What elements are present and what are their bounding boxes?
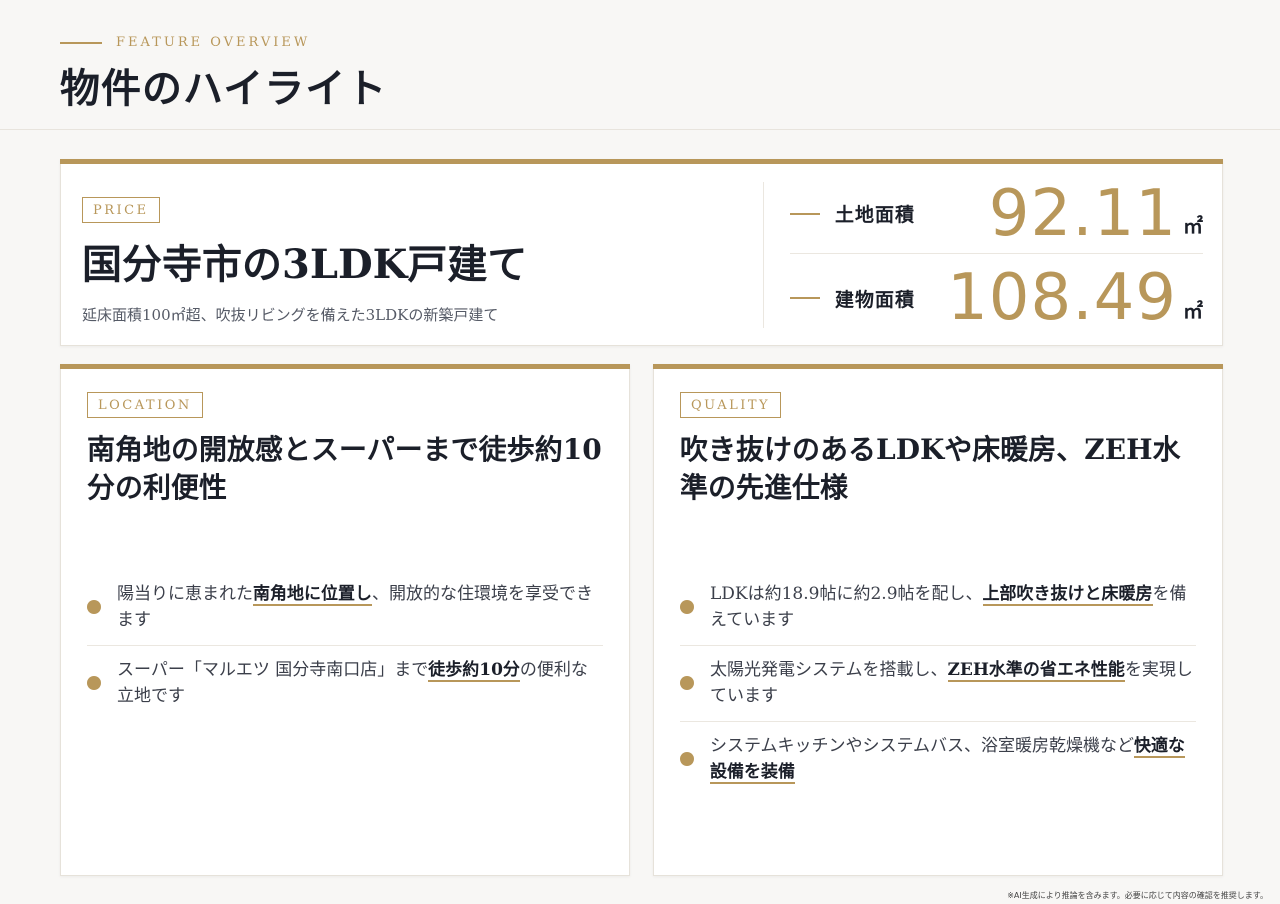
land-area-row: 土地面積 92.11 ㎡ — [790, 174, 1203, 254]
bullet-highlight: 南角地に位置し — [253, 584, 372, 606]
building-area-label: 建物面積 — [835, 288, 916, 311]
quality-card: QUALITY 吹き抜けのあるLDKや床暖房、ZEH水準の先進仕様 LDKは約1… — [653, 364, 1223, 876]
location-bullets: 陽当りに恵まれた南角地に位置し、開放的な住環境を享受できます スーパー「マルエツ… — [87, 570, 603, 721]
vertical-divider — [763, 182, 764, 328]
bullet-highlight: 上部吹き抜けと床暖房 — [982, 584, 1153, 606]
dash-icon — [790, 212, 820, 215]
price-tag: PRICE — [82, 197, 160, 223]
bullet-text-before: システムキッチンやシステムバス、浴室暖房乾燥機など — [710, 736, 1134, 756]
eyebrow-text: FEATURE OVERVIEW — [116, 35, 311, 50]
bullet-text-before: スーパー「マルエツ 国分寺南口店」まで — [117, 660, 429, 680]
list-item: スーパー「マルエツ 国分寺南口店」まで徒歩約10分の便利な立地です — [87, 646, 603, 721]
quality-tag: QUALITY — [680, 392, 782, 418]
bullet-text: スーパー「マルエツ 国分寺南口店」まで徒歩約10分の便利な立地です — [117, 657, 603, 709]
bullet-dot-icon — [680, 752, 694, 766]
land-area-label: 土地面積 — [835, 204, 916, 226]
location-tag: LOCATION — [87, 392, 203, 418]
eyebrow-line — [60, 41, 102, 44]
bullet-text: システムキッチンやシステムバス、浴室暖房乾燥機など快適な設備を装備 — [710, 733, 1196, 785]
bullet-highlight: ZEH水準の省エネ性能 — [947, 660, 1125, 682]
bullet-text-before: 陽当りに恵まれた — [117, 584, 253, 604]
bullet-text: 太陽光発電システムを搭載し、ZEH水準の省エネ性能を実現しています — [710, 657, 1196, 709]
page-title: 物件のハイライト — [60, 65, 388, 112]
list-item: システムキッチンやシステムバス、浴室暖房乾燥機など快適な設備を装備 — [680, 722, 1196, 797]
property-title: 国分寺市の3LDK戸建て — [82, 241, 528, 288]
quality-bullets: LDKは約18.9帖に約2.9帖を配し、上部吹き抜けと床暖房を備えています 太陽… — [680, 570, 1196, 797]
land-area-unit: ㎡ — [1183, 214, 1203, 238]
bullet-dot-icon — [680, 676, 694, 690]
page-header: FEATURE OVERVIEW 物件のハイライト — [0, 0, 1280, 130]
bullet-dot-icon — [680, 600, 694, 614]
list-item: 陽当りに恵まれた南角地に位置し、開放的な住環境を享受できます — [87, 570, 603, 646]
quality-header: QUALITY 吹き抜けのあるLDKや床暖房、ZEH水準の先進仕様 — [680, 392, 1196, 507]
list-item: LDKは約18.9帖に約2.9帖を配し、上部吹き抜けと床暖房を備えています — [680, 570, 1196, 646]
quality-title: 吹き抜けのあるLDKや床暖房、ZEH水準の先進仕様 — [680, 433, 1181, 504]
property-subtitle: 延床面積100㎡超、吹抜リビングを備えた3LDKの新築戸建て — [82, 306, 499, 324]
building-area-row: 建物面積 108.49 ㎡ — [790, 258, 1203, 338]
location-header: LOCATION 南角地の開放感とスーパーまで徒歩約10分の利便性 — [87, 392, 603, 507]
bullet-dot-icon — [87, 600, 101, 614]
land-area-value: 92.11 — [988, 176, 1177, 251]
location-card: LOCATION 南角地の開放感とスーパーまで徒歩約10分の利便性 陽当りに恵ま… — [60, 364, 630, 876]
bullet-text: LDKは約18.9帖に約2.9帖を配し、上部吹き抜けと床暖房を備えています — [710, 581, 1196, 633]
eyebrow: FEATURE OVERVIEW — [60, 35, 310, 50]
bullet-text-before: LDKは約18.9帖に約2.9帖を配し、 — [710, 584, 983, 604]
price-card: PRICE 国分寺市の3LDK戸建て 延床面積100㎡超、吹抜リビングを備えた3… — [60, 159, 1223, 346]
list-item: 太陽光発電システムを搭載し、ZEH水準の省エネ性能を実現しています — [680, 646, 1196, 722]
dash-icon — [790, 297, 820, 299]
building-area-unit: ㎡ — [1183, 299, 1203, 323]
ai-disclaimer-footnote: ※AI生成により推論を含みます。必要に応じて内容の確認を推奨します。 — [1007, 891, 1268, 900]
bullet-dot-icon — [87, 676, 101, 690]
location-title: 南角地の開放感とスーパーまで徒歩約10分の利便性 — [87, 433, 602, 504]
bullet-text: 陽当りに恵まれた南角地に位置し、開放的な住環境を享受できます — [117, 581, 603, 633]
bullet-text-before: 太陽光発電システムを搭載し、 — [710, 660, 948, 680]
bullet-highlight: 徒歩約10分 — [428, 660, 520, 682]
building-area-value: 108.49 — [947, 261, 1177, 335]
price-summary: PRICE 国分寺市の3LDK戸建て 延床面積100㎡超、吹抜リビングを備えた3… — [82, 197, 742, 325]
